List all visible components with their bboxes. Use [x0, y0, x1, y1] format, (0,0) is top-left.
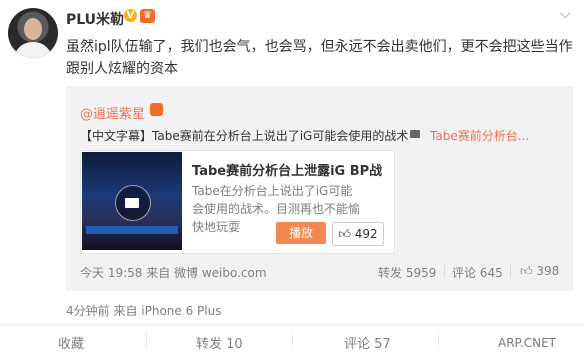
repost-meta: 今天 19:58 来自 微博 weibo.com	[80, 266, 267, 280]
chevron-down-icon[interactable]: ⌵	[560, 6, 571, 22]
thumbs-up-icon: 👍︎	[520, 264, 533, 278]
video-card-title[interactable]: Tabe赛前分析台上泄露iG BP战术 i...	[192, 160, 382, 179]
favorite-button[interactable]: 收藏	[58, 333, 84, 352]
repost-like-value: 398	[536, 264, 560, 278]
repost-member-badge-icon	[150, 103, 163, 116]
avatar-face	[24, 18, 42, 40]
divider	[292, 332, 293, 348]
watermark: ARP.CNET	[498, 336, 556, 350]
card-like-button[interactable]: 👍︎ 492	[332, 222, 384, 246]
post-meta: 4分钟前 来自 iPhone 6 Plus	[66, 304, 222, 318]
divider	[146, 332, 147, 348]
video-thumbnail[interactable]	[82, 152, 182, 250]
member-badge-icon: ♛	[140, 9, 155, 23]
post-text: 虽然ipl队伍输了，我们也会气，也会骂，但永远不会出卖他们，更不会把这些当作跟别…	[66, 39, 573, 77]
divider	[444, 264, 445, 278]
divider	[438, 332, 439, 348]
divider	[510, 264, 511, 278]
avatar[interactable]	[8, 8, 58, 58]
play-button[interactable]: 播放	[276, 222, 326, 244]
verified-badge-icon: V	[124, 9, 137, 22]
repost-text: 【中文字幕】Tabe赛前在分析台上说出了iG可能会使用的战术	[80, 129, 409, 143]
repost-button[interactable]: 转发 10	[196, 333, 243, 352]
repost-repost-count[interactable]: 转发 5959	[378, 264, 436, 281]
thumbnail-banner	[86, 226, 178, 234]
card-like-count: 492	[354, 227, 378, 241]
repost-comment-count[interactable]: 评论 645	[452, 264, 503, 281]
video-link[interactable]: Tabe赛前分析台...	[430, 127, 529, 144]
video-icon	[410, 130, 420, 138]
comment-button[interactable]: 评论 57	[344, 333, 391, 352]
thumbs-up-icon: 👍︎	[338, 227, 351, 241]
repost-like-count[interactable]: 👍︎ 398	[520, 264, 559, 279]
repost-username[interactable]: @逍遥紫星	[80, 103, 145, 122]
video-play-icon[interactable]	[115, 185, 151, 221]
post-username[interactable]: PLU米勒	[66, 9, 124, 29]
avatar-shirt	[14, 42, 52, 58]
